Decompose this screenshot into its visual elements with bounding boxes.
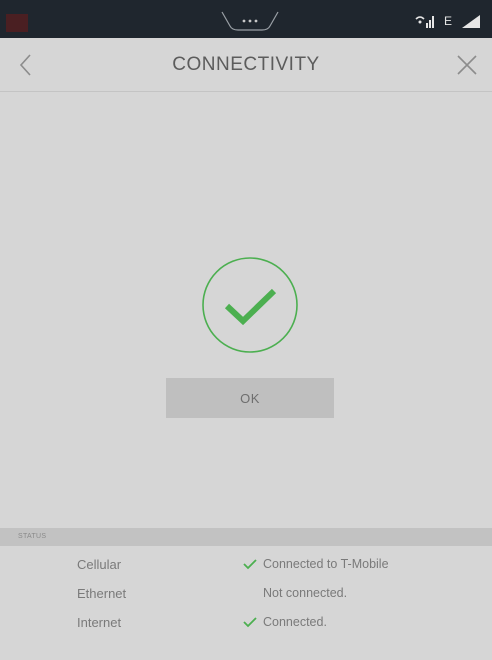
status-row-label: Internet: [77, 615, 122, 630]
notification-handle-icon[interactable]: [220, 10, 280, 32]
status-section-label: STATUS: [18, 533, 47, 540]
notification-icon: [6, 14, 28, 32]
connectivity-screen: E CONNECTIVITY OK STATUS Cellular Connec…: [0, 0, 492, 660]
page-title: CONNECTIVITY: [172, 54, 320, 75]
battery-icon: [462, 15, 480, 28]
system-status-bar: E: [0, 0, 492, 38]
check-icon: [243, 559, 257, 570]
ok-button[interactable]: OK: [166, 378, 334, 418]
status-row-ethernet: Ethernet Not connected.: [0, 581, 492, 607]
app-header: CONNECTIVITY: [0, 38, 492, 92]
check-circle-icon: [201, 256, 299, 354]
system-icons: E: [414, 12, 482, 30]
status-row-label: Ethernet: [77, 586, 127, 601]
close-icon: [457, 55, 477, 75]
close-button[interactable]: [452, 50, 482, 80]
status-row-value: Not connected.: [263, 586, 348, 600]
network-type-label: E: [443, 14, 452, 28]
status-row-cellular: Cellular Connected to T-Mobile: [0, 552, 492, 578]
status-row-value: Connected.: [263, 615, 327, 629]
status-row-internet: Internet Connected.: [0, 610, 492, 636]
status-row-label: Cellular: [77, 557, 122, 572]
status-section-header: STATUS: [0, 528, 492, 546]
wifi-signal-icon: [415, 16, 434, 28]
status-row-value: Connected to T-Mobile: [263, 557, 389, 571]
check-icon: [243, 617, 257, 628]
